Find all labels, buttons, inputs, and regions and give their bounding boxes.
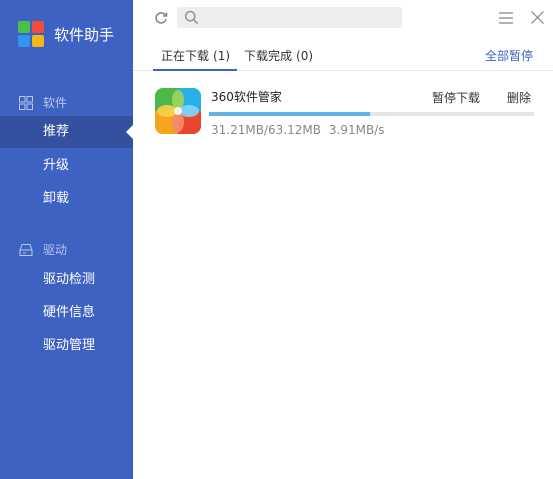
pause-all-button[interactable]: 全部暂停 [485, 47, 533, 64]
grid-icon [19, 95, 33, 110]
sidebar-item-label: 驱动管理 [43, 338, 96, 353]
logo-icon [18, 20, 45, 48]
sidebar-item-upgrade[interactable]: 升级 [0, 150, 133, 182]
tab-completed[interactable]: 下载完成 (0) [244, 47, 313, 64]
download-name: 360软件管家 [211, 90, 282, 104]
download-tabs: 正在下载 (1) 下载完成 (0) 全部暂停 [133, 40, 553, 71]
refresh-icon[interactable] [153, 10, 169, 26]
tab-completed-count: (0) [296, 49, 314, 63]
sidebar-item-driver-manage[interactable]: 驱动管理 [0, 330, 133, 362]
sidebar-item-label: 驱动检测 [43, 272, 96, 287]
section-software: 软件 [19, 94, 67, 111]
sidebar-item-label: 推荐 [43, 124, 70, 139]
sidebar-item-hardware-info[interactable]: 硬件信息 [0, 297, 133, 329]
sidebar: 软件助手 软件 推荐 升级 卸载 驱动 驱动检测 硬件信息 驱动管理 [0, 0, 133, 479]
tab-completed-label: 下载完成 [244, 49, 293, 63]
close-icon[interactable] [530, 10, 545, 25]
sidebar-item-driver-detect[interactable]: 驱动检测 [0, 264, 133, 296]
app-title: 软件助手 [54, 25, 115, 44]
sidebar-item-label: 硬件信息 [43, 305, 96, 320]
sidebar-item-recommend[interactable]: 推荐 [0, 116, 133, 148]
download-speed: 3.91MB/s [328, 123, 385, 137]
pause-download-button[interactable]: 暂停下载 [432, 89, 480, 106]
download-size: 31.21MB/63.12MB [211, 123, 321, 137]
app-logo: 软件助手 [18, 20, 114, 48]
sidebar-item-uninstall[interactable]: 卸载 [0, 183, 133, 215]
tab-downloading[interactable]: 正在下载 (1) [161, 47, 230, 64]
menu-icon[interactable] [498, 10, 514, 26]
tab-downloading-label: 正在下载 [161, 49, 210, 63]
active-tab-indicator [153, 69, 237, 71]
section-driver: 驱动 [19, 241, 67, 258]
delete-download-button[interactable]: 删除 [507, 89, 531, 106]
sidebar-item-label: 升级 [43, 158, 70, 173]
download-progress-fill [209, 112, 370, 116]
tab-downloading-count: (1) [213, 49, 231, 63]
section-software-label: 软件 [43, 96, 68, 110]
drive-icon [19, 243, 33, 256]
search-input[interactable] [177, 7, 402, 28]
download-stats: 31.21MB/63.12MB 3.91MB/s [211, 123, 385, 137]
search-icon [184, 10, 199, 25]
sidebar-item-label: 卸载 [43, 191, 70, 206]
section-driver-label: 驱动 [43, 243, 68, 257]
app-360-icon [155, 88, 201, 134]
download-progress-bar [209, 112, 534, 116]
